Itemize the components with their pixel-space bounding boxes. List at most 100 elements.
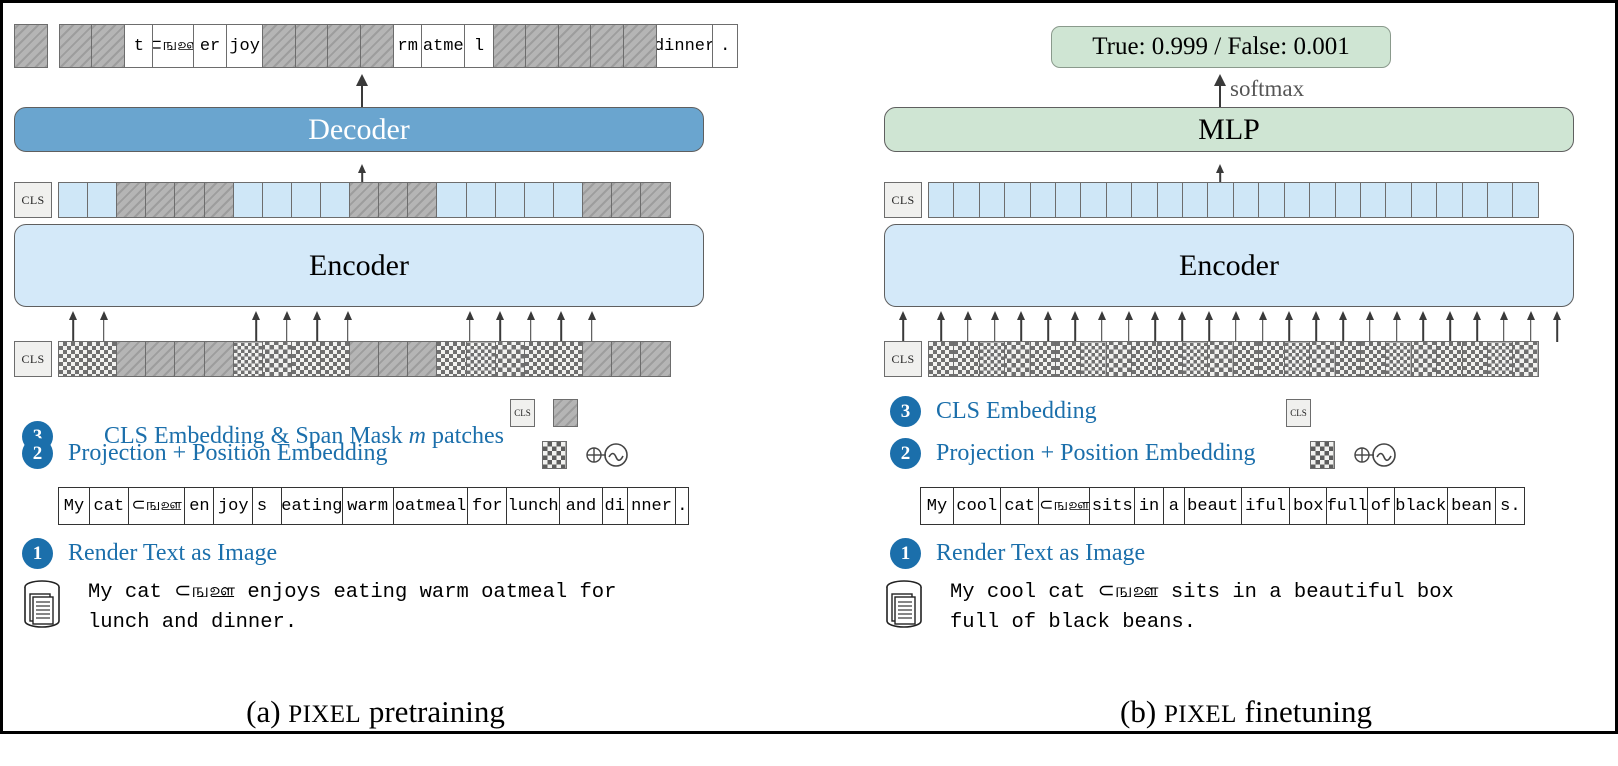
cls-token-encoder-input[interactable]: CLS: [14, 341, 52, 377]
rendered-text-patch-strip: My cat ⊂ஙஊ en joy s eating warm oatmeal for lunch…: [58, 487, 690, 525]
source-text: My cool cat ⊂ஙஊ sits in a beautiful box …: [950, 578, 1454, 638]
masked-patch: [640, 341, 671, 377]
source-text-line-1: My cool cat ⊂ஙஊ sits in a beautiful box: [950, 581, 1454, 604]
masked-patch: [525, 24, 560, 68]
masked-token: [640, 182, 671, 218]
legend-step-1[interactable]: 1 Render Text as Image: [22, 538, 277, 569]
text-patch: box: [1289, 487, 1328, 525]
projected-patch: [1055, 341, 1082, 377]
masked-token: [581, 182, 613, 218]
legend-badge-2: 2: [890, 438, 921, 469]
masked-token: [116, 182, 147, 218]
cls-token-encoder-output[interactable]: CLS: [884, 182, 922, 218]
reconstructed-patch: joy: [225, 24, 264, 68]
text-patch: in: [1134, 487, 1165, 525]
latent-token: [1283, 182, 1311, 218]
latent-token: [928, 182, 955, 218]
legend-text-after: patches: [426, 423, 504, 449]
encoder-input-patch-strip: [928, 341, 1540, 377]
masked-patch: [145, 341, 176, 377]
reconstructed-patch: ⊂ஙஊ: [152, 24, 195, 68]
text-patch: My: [920, 487, 954, 525]
projected-patch: [232, 341, 264, 377]
encoder-box[interactable]: Encoder: [884, 224, 1574, 307]
database-icon: [882, 578, 928, 635]
encoder-label: Encoder: [309, 248, 409, 282]
caption-model-name: PIXEL: [288, 701, 362, 728]
span-mask-icon: [553, 399, 578, 427]
latent-token: [58, 182, 89, 218]
masked-patch: [294, 24, 329, 68]
latent-token: [953, 182, 981, 218]
projected-patch: [1131, 341, 1159, 377]
reconstruction-patch-strip: t⊂ஙஊerjoy rmoatmeal dinner.: [14, 24, 739, 68]
projected-patch: [1283, 341, 1311, 377]
text-patch: bean: [1446, 487, 1497, 525]
latent-token: [87, 182, 118, 218]
position-embedding-icon: [585, 442, 629, 468]
projected-patch: [1004, 341, 1032, 377]
masked-token: [378, 182, 409, 218]
projected-patch: [436, 341, 467, 377]
latent-token: [232, 182, 264, 218]
projected-patch: [1385, 341, 1413, 377]
decoder-box[interactable]: Decoder: [14, 107, 704, 152]
cls-token-encoder-output[interactable]: CLS: [14, 182, 52, 218]
projected-patch: [523, 341, 555, 377]
caption-model-name: PIXEL: [1163, 701, 1237, 728]
projected-patch: [465, 341, 497, 377]
cls-icon: CLS: [1286, 399, 1311, 427]
projected-patch: [1359, 341, 1387, 377]
cls-label: CLS: [21, 192, 45, 207]
masked-token: [611, 182, 642, 218]
cls-token-encoder-input[interactable]: CLS: [884, 341, 922, 377]
reconstructed-patch: oatmea: [421, 24, 466, 68]
projected-patch: [1029, 341, 1057, 377]
latent-token: [1182, 182, 1209, 218]
panel-pixel-finetuning: True: 0.999 / False: 0.001 softmax MLP C…: [858, 0, 1618, 734]
masked-patch: [622, 24, 657, 68]
projected-patch: [319, 341, 351, 377]
masked-patch: [360, 24, 395, 68]
projected-patch: [1105, 341, 1133, 377]
masked-patch: [557, 24, 592, 68]
projected-patch: [1156, 341, 1184, 377]
latent-token: [1055, 182, 1082, 218]
projected-patch: [953, 341, 981, 377]
text-patch: oatmeal: [392, 487, 469, 525]
source-text-row: My cat ⊂ஙஊ enjoys eating warm oatmeal fo…: [20, 578, 616, 638]
reconstructed-patch: rm: [392, 24, 423, 68]
reconstructed-patch: .: [712, 24, 739, 68]
legend-step-1[interactable]: 1 Render Text as Image: [890, 538, 1145, 569]
legend-step-3[interactable]: 3 CLS Embedding: [890, 396, 1097, 427]
projected-patch: [978, 341, 1006, 377]
legend-step-2[interactable]: 2 Projection + Position Embedding: [22, 438, 388, 469]
masked-token: [407, 182, 438, 218]
checker-patch-icon: [542, 441, 567, 469]
cls-label: CLS: [21, 351, 45, 366]
text-patch: .: [675, 487, 690, 525]
text-patch: ⊂ஙஊ: [127, 487, 186, 525]
legend-icons-3: CLS: [1286, 399, 1311, 427]
encoder-output-strip: [928, 182, 1540, 218]
projected-patch: [1461, 341, 1489, 377]
encoder-box[interactable]: Encoder: [14, 224, 704, 307]
cls-label: CLS: [891, 351, 915, 366]
text-patch: eating: [280, 487, 343, 525]
masked-patch: [611, 341, 642, 377]
latent-token: [1359, 182, 1387, 218]
text-patch: joy: [213, 487, 254, 525]
projected-patch: [58, 341, 89, 377]
latent-token: [319, 182, 351, 218]
projected-patch: [290, 341, 322, 377]
legend-label-3: CLS Embedding: [936, 398, 1097, 424]
latent-token: [1385, 182, 1413, 218]
legend-label-1: Render Text as Image: [68, 540, 278, 566]
softmax-label: softmax: [1230, 76, 1305, 101]
reconstructed-patch: l: [463, 24, 494, 68]
masked-patch: [349, 341, 380, 377]
mlp-box[interactable]: MLP: [884, 107, 1574, 152]
text-patch: cool: [952, 487, 1001, 525]
prediction-output-box[interactable]: True: 0.999 / False: 0.001: [1051, 26, 1391, 68]
legend-step-2[interactable]: 2 Projection + Position Embedding: [890, 438, 1256, 469]
